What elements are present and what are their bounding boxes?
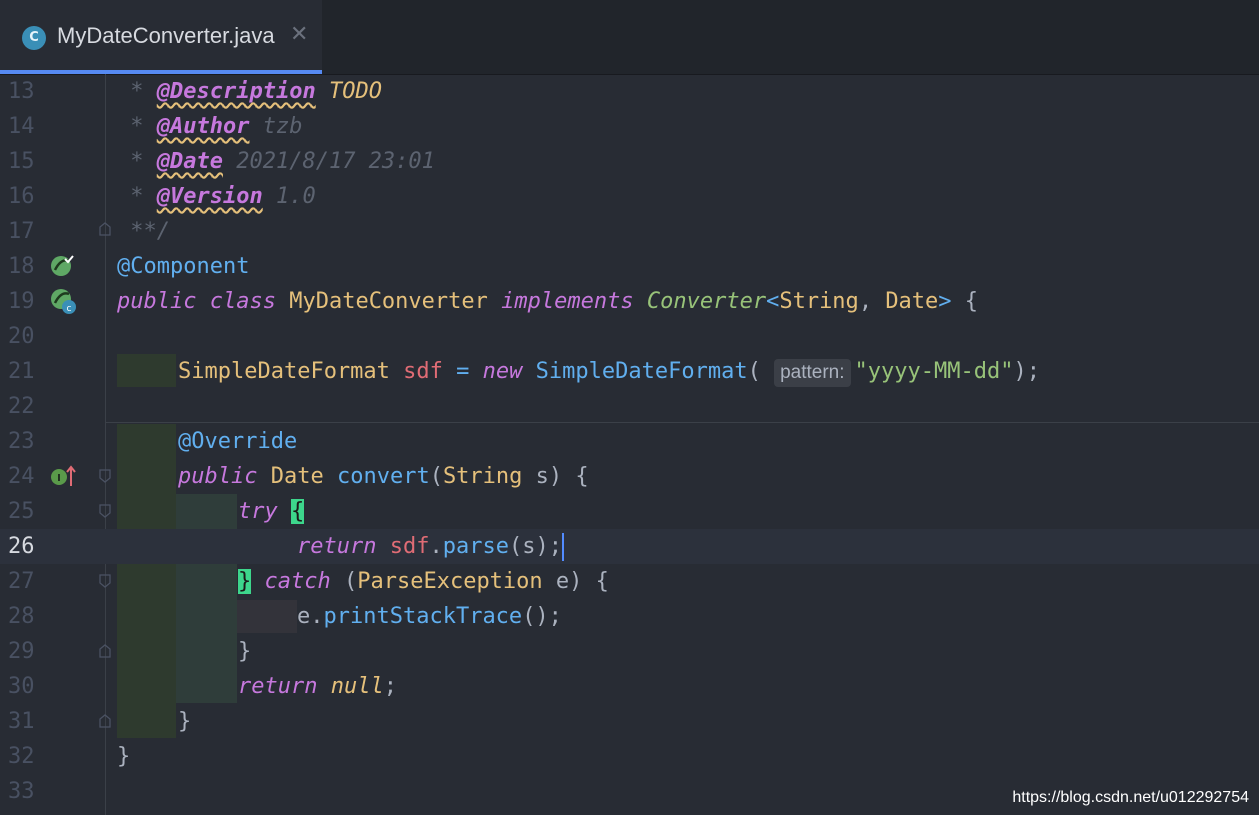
close-icon[interactable]: ✕ — [290, 22, 308, 47]
code-line: 22 — [0, 389, 1259, 424]
spring-bean-icon[interactable]: c — [50, 288, 78, 316]
code-line: 15 * @Date 2021/8/17 23:01 — [0, 144, 1259, 179]
tab-mydateconverter[interactable]: C MyDateConverter.java ✕ — [0, 0, 322, 74]
code-line-current: 26 return sdf.parse(s); — [0, 529, 1259, 564]
line-number: 33 — [8, 779, 35, 804]
code-line: 14 * @Author tzb — [0, 109, 1259, 144]
line-number: 27 — [8, 569, 35, 594]
code-line: 21 SimpleDateFormat sdf = new SimpleDate… — [0, 354, 1259, 389]
line-number: 15 — [8, 149, 35, 174]
line-number: 13 — [8, 79, 35, 104]
line-number: 19 — [8, 289, 35, 314]
code-line: 27 } catch (ParseException e) { — [0, 564, 1259, 599]
code-editor[interactable]: 13 * @Description TODO 14 * @Author tzb … — [0, 74, 1259, 815]
tab-title: MyDateConverter.java — [57, 23, 275, 48]
code-line: 20 — [0, 319, 1259, 354]
fold-end-icon[interactable] — [99, 714, 111, 728]
code-line: 30 return null; — [0, 669, 1259, 704]
text-cursor — [561, 533, 564, 561]
code-line: 23 @Override — [0, 424, 1259, 459]
line-number: 21 — [8, 359, 35, 384]
code-line: 31 } — [0, 704, 1259, 739]
code-line: 28 e.printStackTrace(); — [0, 599, 1259, 634]
line-number: 31 — [8, 709, 35, 734]
code-line: 24 public Date convert(String s) { — [0, 459, 1259, 494]
line-number: 14 — [8, 114, 35, 139]
fold-end-icon[interactable] — [99, 644, 111, 658]
fold-end-icon[interactable] — [99, 222, 111, 236]
code-line: 17 **/ — [0, 214, 1259, 249]
fold-start-icon[interactable] — [99, 504, 111, 518]
fold-start-icon[interactable] — [99, 469, 111, 483]
line-number: 22 — [8, 394, 35, 419]
line-number: 28 — [8, 604, 35, 629]
line-number: 30 — [8, 674, 35, 699]
parameter-hint: pattern: — [774, 359, 851, 387]
java-class-icon: C — [22, 26, 46, 50]
line-number: 20 — [8, 324, 35, 349]
watermark: https://blog.csdn.net/u012292754 — [1012, 789, 1249, 806]
editor-tab-bar: C MyDateConverter.java ✕ — [0, 0, 1259, 75]
line-number: 32 — [8, 744, 35, 769]
code-line: 19 public class MyDateConverter implemen… — [0, 284, 1259, 319]
line-number: 23 — [8, 429, 35, 454]
code-line: 32 } — [0, 739, 1259, 774]
code-line: 13 * @Description TODO — [0, 74, 1259, 109]
svg-text:c: c — [67, 304, 72, 314]
code-line: 18 @Component — [0, 249, 1259, 284]
code-line: 29 } — [0, 634, 1259, 669]
spring-bean-icon[interactable] — [50, 253, 76, 279]
line-number: 25 — [8, 499, 35, 524]
code-line: 25 try { — [0, 494, 1259, 529]
line-number: 16 — [8, 184, 35, 209]
line-number: 18 — [8, 254, 35, 279]
fold-start-icon[interactable] — [99, 574, 111, 588]
svg-text:I: I — [57, 473, 61, 484]
line-number: 24 — [8, 464, 35, 489]
implements-method-icon[interactable]: I — [50, 464, 78, 490]
code-line: 16 * @Version 1.0 — [0, 179, 1259, 214]
line-number: 26 — [8, 534, 35, 559]
line-number: 29 — [8, 639, 35, 664]
line-number: 17 — [8, 219, 35, 244]
